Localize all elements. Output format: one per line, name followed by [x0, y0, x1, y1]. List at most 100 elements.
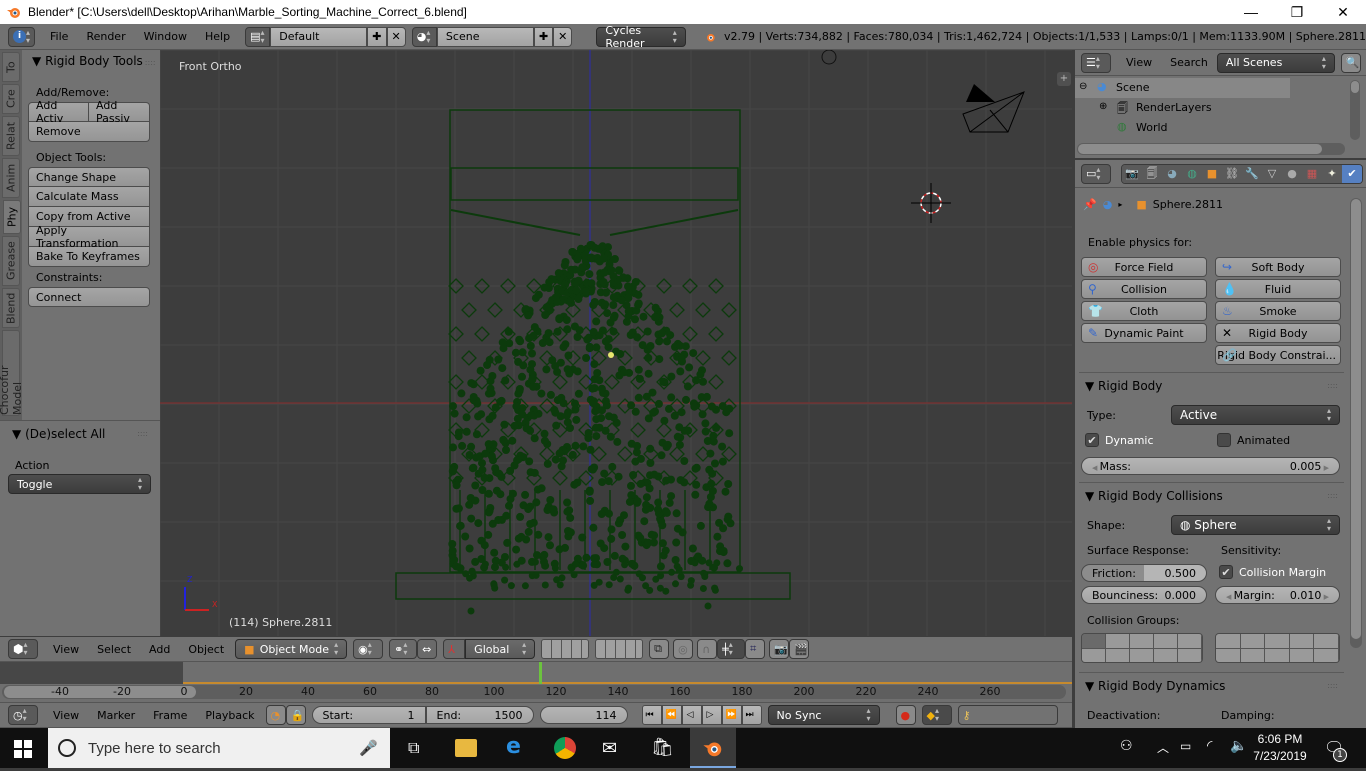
snap-magnet-button[interactable]: ∩: [697, 639, 718, 659]
play-reverse-button[interactable]: ◁: [681, 705, 702, 725]
menu-window[interactable]: Window: [135, 30, 196, 43]
modifiers-tab-icon[interactable]: 🔧: [1242, 164, 1262, 183]
blender-taskbar-button[interactable]: [690, 728, 736, 768]
dynamic-paint-button[interactable]: ✎ Dynamic Paint: [1081, 323, 1207, 343]
snap-target-button[interactable]: ⌗: [745, 639, 766, 659]
collision-group-cell[interactable]: [1289, 634, 1315, 649]
tab-animation[interactable]: Anim: [2, 158, 20, 198]
scene-icon[interactable]: ◕ ▴ ▾: [411, 26, 437, 47]
manipulator-toggle[interactable]: ⇔: [417, 639, 438, 659]
taskbar-search-box[interactable]: Type here to search 🎤: [48, 728, 390, 768]
render-engine-dropdown[interactable]: Cycles Render ▴ ▾: [596, 24, 686, 50]
bounciness-field[interactable]: Bounciness: 0.000: [1081, 586, 1207, 604]
jump-to-start-button[interactable]: ⏮: [641, 705, 662, 725]
opengl-render-button[interactable]: 📷: [769, 639, 790, 659]
collision-groups-left[interactable]: [1081, 633, 1203, 663]
texture-tab-icon[interactable]: ▦: [1302, 164, 1322, 183]
task-view-icon[interactable]: ⧉: [408, 738, 419, 758]
smoke-button[interactable]: ♨ Smoke: [1215, 301, 1341, 321]
scene-field[interactable]: Scene: [436, 26, 534, 47]
outliner-row-scene[interactable]: ⊖ ◕ Scene: [1075, 78, 1290, 98]
collision-group-cell[interactable]: [1082, 648, 1106, 662]
collision-group-cell[interactable]: [1314, 648, 1339, 662]
menu-search[interactable]: Search: [1161, 56, 1217, 69]
collision-group-cell[interactable]: [1216, 634, 1241, 649]
soft-body-button[interactable]: ↪ Soft Body: [1215, 257, 1341, 277]
collision-group-cell[interactable]: [1178, 634, 1202, 649]
lock-layers-button[interactable]: ⧉: [649, 639, 670, 659]
collision-group-cell[interactable]: [1106, 648, 1130, 662]
add-layout-button[interactable]: ✚: [367, 26, 387, 47]
change-shape-button[interactable]: Change Shape: [28, 167, 150, 187]
pin-icon[interactable]: 📌: [1083, 198, 1097, 211]
search-button[interactable]: 🔍: [1340, 52, 1361, 73]
particles-tab-icon[interactable]: ✦: [1322, 164, 1342, 183]
editor-type-button[interactable]: i ▴ ▾: [8, 26, 36, 47]
current-frame-marker[interactable]: [539, 662, 542, 684]
menu-select[interactable]: Select: [88, 643, 140, 656]
screen-layout-icon[interactable]: ▤ ▴ ▾: [245, 26, 271, 47]
dynamic-checkbox[interactable]: ✔: [1085, 433, 1099, 447]
shape-dropdown[interactable]: ◍ Sphere ▴ ▾: [1171, 515, 1340, 535]
remove-button[interactable]: Remove: [28, 122, 150, 142]
menu-playback[interactable]: Playback: [196, 709, 263, 722]
rigid-body-button[interactable]: ✕ Rigid Body: [1215, 323, 1341, 343]
pivot-point-button[interactable]: ⚭ ▴ ▾: [389, 639, 418, 659]
material-tab-icon[interactable]: ●: [1282, 164, 1302, 183]
jump-to-end-button[interactable]: ⏭: [741, 705, 762, 725]
render-layers-tab-icon[interactable]: 🗐: [1142, 164, 1162, 183]
add-active-button[interactable]: Add Activ: [28, 99, 89, 125]
collision-group-cell[interactable]: [1265, 634, 1290, 649]
volume-icon[interactable]: 🔈: [1230, 738, 1247, 754]
keying-set-dropdown[interactable]: ◆ ▴ ▾: [921, 705, 952, 725]
viewport-shading-button[interactable]: ◉ ▴ ▾: [353, 639, 384, 659]
outliner-row-world[interactable]: ◍ World: [1075, 118, 1290, 138]
preview-range-button[interactable]: ◔: [265, 705, 286, 725]
show-hidden-icons-chevron[interactable]: ︿: [1157, 739, 1169, 756]
dynamics-panel-header[interactable]: ▼ Rigid Body Dynamics: [1085, 679, 1225, 693]
properties-scrollbar[interactable]: [1350, 198, 1362, 648]
mass-field[interactable]: ◀ Mass: 0.005 ▶: [1081, 457, 1340, 475]
collisions-panel-header[interactable]: ▼ Rigid Body Collisions: [1085, 489, 1223, 503]
tab-chocofur-model[interactable]: Chocofur Model: [0, 330, 24, 416]
menu-view[interactable]: View: [44, 643, 88, 656]
transform-orientation-icon[interactable]: ⅄: [443, 639, 466, 659]
collision-group-cell[interactable]: [1106, 634, 1130, 649]
add-passive-button[interactable]: Add Passiv: [89, 99, 150, 125]
jump-to-keyframe-prev-button[interactable]: ⏪: [661, 705, 682, 725]
collision-button[interactable]: ⚲ Collision: [1081, 279, 1207, 299]
collision-group-cell[interactable]: [1289, 648, 1315, 662]
edge-browser-icon[interactable]: e: [506, 734, 521, 759]
collision-group-cell[interactable]: [1082, 634, 1106, 649]
collision-group-cell[interactable]: [1154, 648, 1178, 662]
rigid-body-panel-header[interactable]: ▼ Rigid Body: [1085, 379, 1162, 393]
editor-type-button[interactable]: ☰ ▴ ▾: [1081, 52, 1111, 73]
end-frame-field[interactable]: End: 1500: [425, 706, 534, 724]
store-icon[interactable]: 🛍: [651, 737, 674, 758]
menu-render[interactable]: Render: [77, 30, 134, 43]
operator-panel-header[interactable]: ▼ (De)select All: [12, 427, 105, 441]
tab-create[interactable]: Cre: [2, 84, 20, 114]
editor-type-button[interactable]: ◷ ▴ ▾: [8, 705, 38, 725]
battery-icon[interactable]: ▭: [1180, 739, 1191, 753]
editor-type-button[interactable]: ⬢ ▴ ▾: [8, 639, 38, 659]
sync-dropdown[interactable]: No Sync ▴ ▾: [767, 705, 880, 725]
force-field-button[interactable]: ◎ Force Field: [1081, 257, 1207, 277]
tab-relations[interactable]: Relat: [2, 116, 20, 156]
editor-type-button[interactable]: ▭ ▴ ▾: [1081, 163, 1111, 184]
timeline-area[interactable]: -40 -20 0 20 40 60 80 100 120 140 160 180 200 220 240 2…: [0, 662, 1072, 702]
apply-transformation-button[interactable]: Apply Transformation: [28, 224, 150, 250]
record-button[interactable]: ●: [895, 705, 916, 725]
bake-to-keyframes-button[interactable]: Bake To Keyframes: [28, 247, 150, 267]
collision-groups-right[interactable]: [1215, 633, 1340, 663]
delete-scene-button[interactable]: ✕: [553, 26, 573, 47]
menu-marker[interactable]: Marker: [88, 709, 144, 722]
fluid-button[interactable]: 💧 Fluid: [1215, 279, 1341, 299]
windows-start-button[interactable]: [14, 740, 32, 761]
rigid-body-constraint-button[interactable]: 🔗 Rigid Body Constrai...: [1215, 345, 1341, 365]
menu-view[interactable]: View: [1117, 56, 1161, 69]
menu-object[interactable]: Object: [179, 643, 233, 656]
collision-margin-checkbox[interactable]: ✔: [1219, 565, 1233, 579]
snap-element-dropdown[interactable]: ╪ ▴ ▾: [717, 639, 746, 659]
screen-layout-field[interactable]: Default: [270, 26, 368, 47]
